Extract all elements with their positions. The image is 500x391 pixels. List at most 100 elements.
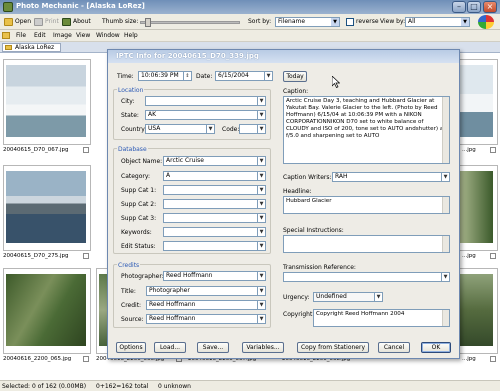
special-instructions-textarea[interactable]: [283, 235, 450, 253]
thumbnail[interactable]: 20040615_D70_275.jpg: [3, 165, 91, 265]
object-name-field[interactable]: Arctic Cruise: [163, 156, 258, 166]
menu-edit[interactable]: Edit: [34, 32, 46, 39]
category-field[interactable]: A: [163, 171, 258, 181]
thumb-size-slider[interactable]: [140, 18, 240, 27]
city-field[interactable]: [145, 96, 258, 106]
supp-cat-2-dropdown[interactable]: ▼: [257, 199, 266, 209]
source-dropdown[interactable]: ▼: [257, 314, 266, 324]
options-button[interactable]: Options: [116, 342, 146, 353]
edit-status-dropdown[interactable]: ▼: [257, 241, 266, 251]
menu-file[interactable]: File: [16, 32, 26, 39]
slider-knob[interactable]: [145, 18, 151, 27]
keywords-field[interactable]: [163, 227, 258, 237]
menu-view[interactable]: View: [76, 32, 90, 39]
maximize-button[interactable]: □: [467, 1, 481, 13]
supp-cat-3-dropdown[interactable]: ▼: [257, 213, 266, 223]
edit-status-field[interactable]: [163, 241, 258, 251]
country-field[interactable]: USA: [145, 124, 207, 134]
keywords-dropdown[interactable]: ▼: [257, 227, 266, 237]
folder-tab[interactable]: Alaska LoRez: [2, 43, 62, 52]
supp-cat-3-field[interactable]: [163, 213, 258, 223]
minimize-button[interactable]: –: [452, 1, 466, 13]
mouse-cursor-icon: [332, 76, 340, 88]
caption-textarea[interactable]: Arctic Cruise Day 3, teaching and Hubbar…: [283, 96, 450, 164]
supp-cat-3-label: Supp Cat 3:: [121, 215, 157, 222]
time-field[interactable]: 10:06:39 PM: [138, 71, 184, 81]
thumbnail-checkbox[interactable]: [83, 356, 89, 362]
country-dropdown[interactable]: ▼: [206, 124, 215, 134]
cancel-button[interactable]: Cancel: [378, 342, 410, 353]
chevron-down-icon: ▼: [461, 18, 469, 26]
thumbnail-checkbox[interactable]: [490, 356, 496, 362]
supp-cat-1-dropdown[interactable]: ▼: [257, 185, 266, 195]
supp-cat-1-field[interactable]: [163, 185, 258, 195]
city-dropdown[interactable]: ▼: [257, 96, 266, 106]
save-button[interactable]: Save...: [197, 342, 229, 353]
transmission-reference-field[interactable]: [283, 272, 442, 282]
headline-scrollbar[interactable]: [442, 197, 449, 213]
supp-cat-2-field[interactable]: [163, 199, 258, 209]
close-button[interactable]: ×: [483, 1, 497, 13]
today-button[interactable]: Today: [283, 71, 307, 82]
copyright-scrollbar[interactable]: [442, 310, 449, 326]
iptc-info-dialog: IPTC Info for 20040615_D70_339.jpg Time:…: [107, 49, 460, 359]
supp-cat-2-label: Supp Cat 2:: [121, 201, 157, 208]
thumbnail[interactable]: 20040615_D70_067.jpg: [3, 59, 91, 159]
status-unknown: 0 unknown: [158, 383, 191, 390]
load-button[interactable]: Load...: [154, 342, 186, 353]
folder-tab-label: Alaska LoRez: [15, 44, 55, 51]
state-dropdown[interactable]: ▼: [257, 110, 266, 120]
date-field[interactable]: 6/15/2004: [215, 71, 265, 81]
caption-scrollbar[interactable]: [442, 97, 449, 163]
state-field[interactable]: AK: [145, 110, 258, 120]
headline-textarea[interactable]: Hubbard Glacier: [283, 196, 450, 214]
caption-writers-dropdown[interactable]: ▼: [441, 172, 450, 182]
source-field[interactable]: Reed Hoffmann: [146, 314, 258, 324]
color-wheel-icon[interactable]: [478, 15, 494, 29]
view-by-select[interactable]: All ▼: [405, 17, 470, 27]
print-button[interactable]: Print: [34, 16, 59, 28]
variables-button[interactable]: Variables...: [242, 342, 284, 353]
toolbar: Open Print About Thumb size: Sort by: Fi…: [0, 14, 500, 30]
open-button[interactable]: Open: [4, 16, 31, 28]
special-instructions-scrollbar[interactable]: [442, 236, 449, 252]
folder-icon: [2, 32, 10, 39]
credit-dropdown[interactable]: ▼: [257, 300, 266, 310]
title-field[interactable]: Photographer: [146, 286, 258, 296]
thumbnail-checkbox[interactable]: [490, 253, 496, 259]
menu-image[interactable]: Image: [53, 32, 72, 39]
code-dropdown[interactable]: ▼: [257, 124, 266, 134]
copy-from-stationery-button[interactable]: Copy from Stationery: [297, 342, 369, 353]
headline-text: Hubbard Glacier: [286, 198, 332, 204]
status-total: 0+162=162 total: [96, 383, 149, 390]
urgency-dropdown[interactable]: ▼: [374, 292, 383, 302]
urgency-select[interactable]: Undefined: [313, 292, 375, 302]
copyright-label: Copyright:: [283, 311, 315, 318]
menu-help[interactable]: Help: [124, 32, 138, 39]
thumbnail[interactable]: 20040616_2200_065.jpg: [3, 268, 91, 368]
edit-status-label: Edit Status:: [121, 243, 156, 250]
photographer-field[interactable]: Reed Hoffmann: [163, 271, 258, 281]
folder-icon: [5, 45, 12, 50]
database-section-title: Database: [117, 146, 148, 153]
transmission-reference-dropdown[interactable]: ▼: [441, 272, 450, 282]
menu-bar: File Edit Image View Window Help: [0, 30, 500, 42]
category-dropdown[interactable]: ▼: [257, 171, 266, 181]
copyright-textarea[interactable]: Copyright Reed Hoffmann 2004: [313, 309, 450, 327]
sort-by-select[interactable]: Filename ▼: [275, 17, 340, 27]
time-spinner[interactable]: ⇕: [183, 71, 192, 81]
photographer-dropdown[interactable]: ▼: [257, 271, 266, 281]
ok-button[interactable]: OK: [421, 342, 451, 353]
title-dropdown[interactable]: ▼: [257, 286, 266, 296]
thumbnail-checkbox[interactable]: [83, 253, 89, 259]
about-button[interactable]: About: [62, 16, 91, 28]
credit-field[interactable]: Reed Hoffmann: [146, 300, 258, 310]
thumbnail-checkbox[interactable]: [83, 147, 89, 153]
menu-window[interactable]: Window: [96, 32, 120, 39]
caption-writers-field[interactable]: RAH: [332, 172, 442, 182]
object-name-dropdown[interactable]: ▼: [257, 156, 266, 166]
date-dropdown[interactable]: ▼: [264, 71, 273, 81]
code-field[interactable]: [239, 124, 258, 134]
reverse-checkbox[interactable]: [346, 18, 354, 26]
thumbnail-checkbox[interactable]: [490, 147, 496, 153]
